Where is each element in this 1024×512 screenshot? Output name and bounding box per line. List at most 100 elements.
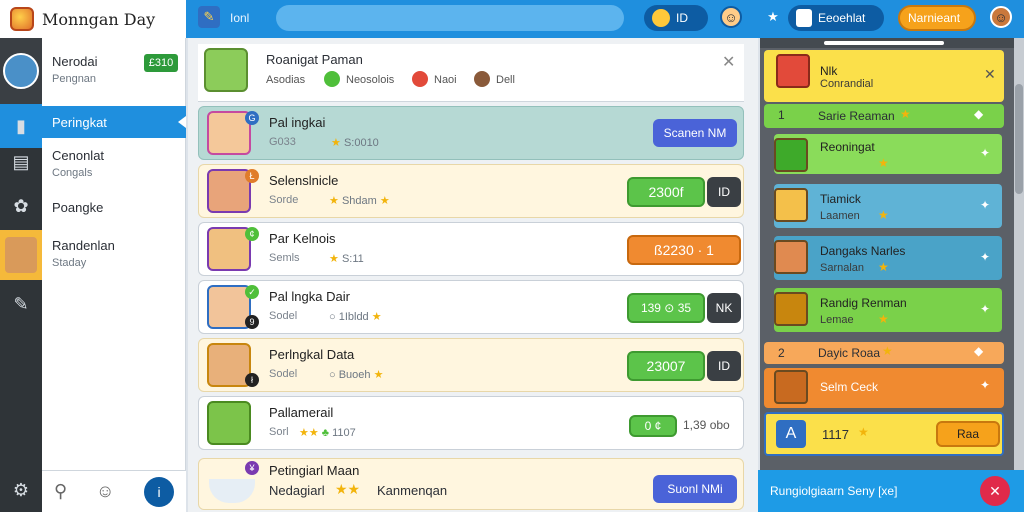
settings-gear-icon[interactable]: ⚙ bbox=[0, 468, 42, 512]
sidebar-item-peringkat[interactable]: Peringkat bbox=[42, 106, 186, 138]
app-logo-icon bbox=[10, 7, 34, 31]
row-name: Selenslnicle bbox=[269, 173, 339, 188]
toast-text: Rungiolgiaarn Seny [xe] bbox=[770, 484, 898, 498]
row-score-button[interactable]: 23007 bbox=[627, 351, 705, 381]
footer-button[interactable]: Raa bbox=[936, 421, 1000, 447]
brand[interactable]: Monngan Day bbox=[0, 0, 186, 38]
user-icon[interactable]: ☺ bbox=[96, 481, 114, 502]
star-icon: ★ bbox=[878, 260, 889, 274]
close-icon[interactable]: ✕ bbox=[980, 476, 1010, 506]
header-stat1: Asodias bbox=[266, 74, 306, 86]
section-rank: 2 bbox=[778, 346, 785, 360]
row-score-button[interactable]: ß2230 · 1 bbox=[627, 235, 741, 265]
rail-feather-icon[interactable]: ✎ bbox=[0, 282, 42, 326]
panel-item[interactable]: Tiamick Laamen ★ ✦ bbox=[774, 184, 1002, 228]
rank-badge: ¥ bbox=[245, 461, 259, 475]
star-icon: ★ bbox=[329, 253, 339, 265]
row-sub: Sodel bbox=[269, 368, 298, 380]
panel-item[interactable]: Reoningat ★ ✦ bbox=[774, 134, 1002, 174]
coins-pill[interactable]: ID bbox=[644, 5, 708, 31]
row-extra[interactable]: ID bbox=[707, 351, 741, 381]
item-icon bbox=[774, 370, 808, 404]
star-icon[interactable]: ★ bbox=[762, 6, 784, 28]
profile-avatar-icon[interactable]: ☺ bbox=[720, 6, 742, 28]
row-score-button[interactable]: 139 ⊙ 35 bbox=[627, 293, 705, 323]
action-button-label: Narnieant bbox=[908, 11, 961, 25]
top-bar: Monngan Day ✎ Ionl ID ☺ ★ Eeoehlat Narni… bbox=[0, 0, 1024, 38]
row-score-button[interactable]: 0 ¢ bbox=[629, 415, 677, 437]
expand-icon[interactable]: ✦ bbox=[980, 378, 990, 392]
section-header-1: 1 Sarie Reaman ★ ◆ bbox=[764, 104, 1004, 128]
rank-badge: ¢ bbox=[245, 227, 259, 241]
avatar bbox=[5, 237, 37, 273]
sidebar-item-poangke[interactable]: Poangke bbox=[42, 200, 186, 215]
rank-badge: Ł bbox=[245, 169, 259, 183]
expand-icon[interactable]: ✦ bbox=[980, 250, 990, 264]
item-icon bbox=[774, 188, 808, 222]
avatar bbox=[207, 401, 251, 445]
content-header: Roanigat Paman Asodias Neosolois Naoi De… bbox=[198, 44, 744, 102]
item-icon bbox=[774, 292, 808, 326]
row-extra[interactable]: NK bbox=[707, 293, 741, 323]
rail-avatar[interactable] bbox=[0, 38, 42, 104]
panel-item[interactable]: Dangaks Narles Sarnalan ★ ✦ bbox=[774, 236, 1002, 280]
star-icon: ★ bbox=[882, 344, 893, 358]
action-button[interactable]: Narnieant bbox=[898, 5, 976, 31]
rail-profile-avatar[interactable] bbox=[0, 230, 42, 280]
list-item[interactable]: Petingiarl Maan ¥ Nedagiarl ★★ Kanmenqan… bbox=[198, 458, 744, 510]
list-item[interactable]: Ł Selenslnicle Sorde ★ Shdam ★ 2300f ID bbox=[198, 164, 744, 218]
panel-item[interactable]: Selm Ceck ✦ bbox=[764, 368, 1004, 408]
list-item[interactable]: G Pal ingkai G033 ★ S:0010 Scanen NM bbox=[198, 106, 744, 160]
gift-icon bbox=[796, 9, 812, 27]
rail-list-icon[interactable]: ▤ bbox=[0, 140, 42, 184]
list-item[interactable]: ¢ Par Kelnois Semls ★ S:11 ß2230 · 1 bbox=[198, 222, 744, 276]
sidebar-item-label: Randenlan bbox=[52, 238, 115, 253]
expand-icon[interactable]: ✦ bbox=[980, 302, 990, 316]
row-action-button[interactable]: Suonl NMi bbox=[653, 475, 737, 503]
section-rank: 1 bbox=[778, 108, 785, 122]
panel-footer: A 1117 ★ Raa bbox=[764, 412, 1004, 456]
panel-item-sub: Lemae bbox=[820, 314, 854, 326]
stat-icon bbox=[474, 71, 490, 87]
user-avatar-icon[interactable]: ☺ bbox=[990, 6, 1012, 28]
coins-value: ID bbox=[676, 11, 688, 25]
trophy-icon[interactable]: ✎ bbox=[198, 6, 220, 28]
sidebar-item-label: Cenonlat bbox=[52, 148, 105, 163]
rail-gear-icon[interactable]: ✿ bbox=[0, 184, 42, 228]
close-icon[interactable]: ✕ bbox=[722, 52, 735, 72]
row-name: Pallamerail bbox=[269, 405, 334, 420]
scrollbar-thumb[interactable] bbox=[1015, 84, 1023, 194]
star-icon: ★ bbox=[858, 425, 869, 439]
list-item[interactable]: ✓ 9 Pal lngka Dair Sodel ○ 1Ibldd ★ 139 … bbox=[198, 280, 744, 334]
list-item[interactable]: ł Perlngkal Data Sodel ○ Buoeh ★ 23007 I… bbox=[198, 338, 744, 392]
sidebar-item-sub: Staday bbox=[52, 257, 87, 269]
row-sub: Nedagiarl bbox=[269, 483, 325, 498]
scrollbar[interactable] bbox=[1014, 38, 1024, 470]
diamond-icon: ◆ bbox=[974, 107, 984, 121]
nav-label[interactable]: Ionl bbox=[230, 11, 249, 25]
row-score-button[interactable]: 2300f bbox=[627, 177, 705, 207]
expand-icon[interactable]: ✦ bbox=[980, 146, 990, 160]
row-name: Petingiarl Maan bbox=[269, 463, 360, 478]
sidebar-item-cenonlat[interactable]: Cenonlat Congals bbox=[42, 148, 186, 179]
shield-icon[interactable]: ⚲ bbox=[54, 481, 67, 502]
notification-pill[interactable]: Eeoehlat bbox=[788, 5, 884, 31]
list-item[interactable]: Pallamerail Sorl ★★ ♣ 1107 0 ¢ 1,39 obo bbox=[198, 396, 744, 450]
row-extra[interactable]: ID bbox=[707, 177, 741, 207]
row-action-button[interactable]: Scanen NM bbox=[653, 119, 737, 147]
tab-indicator bbox=[824, 41, 944, 45]
active-indicator bbox=[178, 116, 186, 128]
close-icon[interactable]: ✕ bbox=[984, 66, 996, 83]
search-input[interactable] bbox=[276, 5, 624, 31]
row-score: ★ Shdam ★ bbox=[329, 195, 390, 207]
expand-icon[interactable]: ✦ bbox=[980, 198, 990, 212]
section-header-2: 2 Dayic Roaa ★ ◆ bbox=[764, 342, 1004, 364]
star-icon: ★★ bbox=[335, 481, 361, 497]
info-icon[interactable]: i bbox=[144, 477, 174, 507]
star-icon: ★ bbox=[331, 137, 341, 149]
panel-item[interactable]: Randig Renman Lemae ★ ✦ bbox=[774, 288, 1002, 332]
profile-sub: Pengnan bbox=[52, 73, 97, 85]
sidebar-item-randenlan[interactable]: Randenlan Staday bbox=[42, 238, 186, 269]
bottom-bar: ⚲ ☺ i bbox=[42, 470, 186, 512]
row-score: Kanmenqan bbox=[377, 483, 448, 498]
